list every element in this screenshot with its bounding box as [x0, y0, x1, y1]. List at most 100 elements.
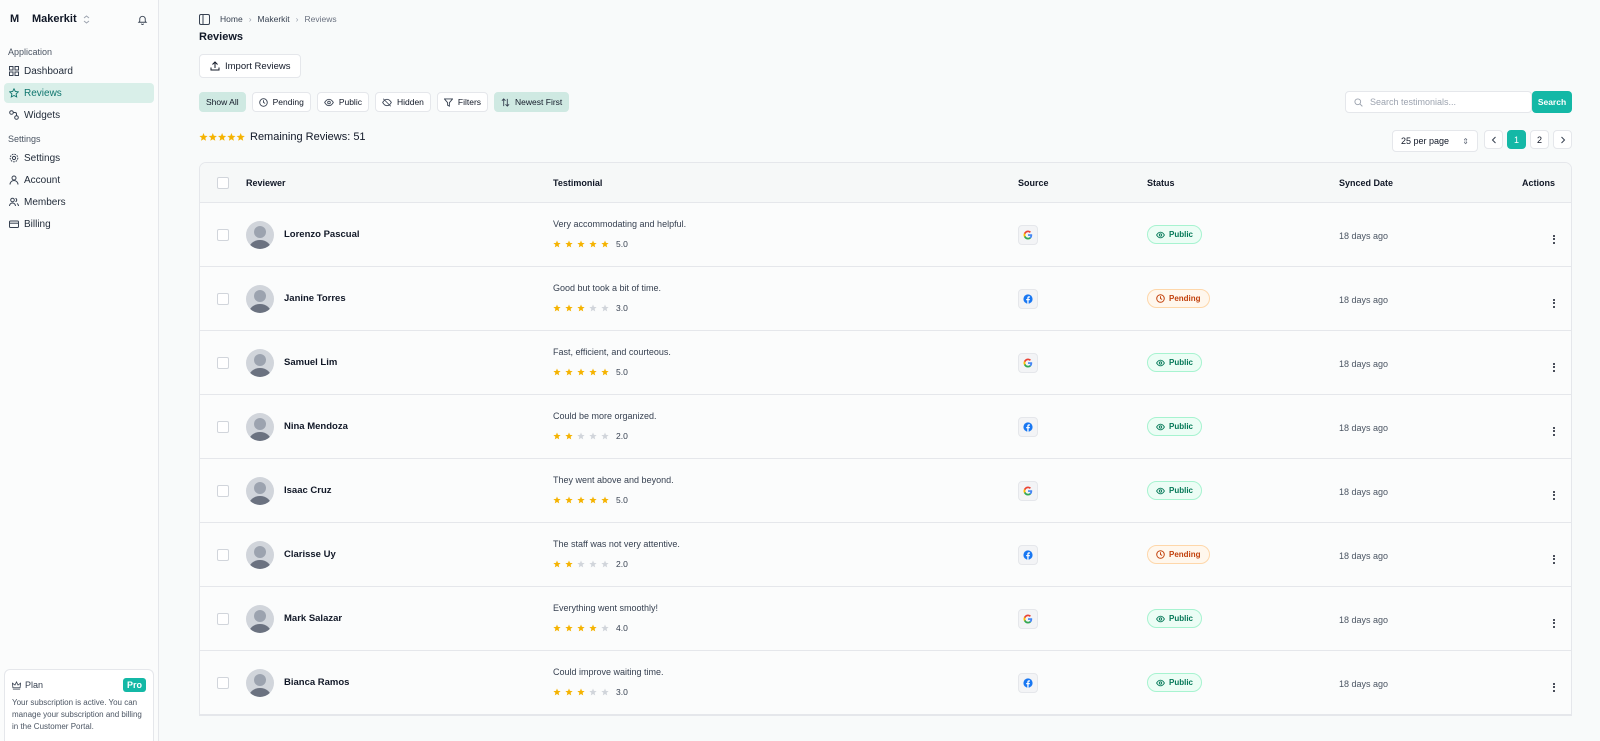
rating-value: 3.0	[616, 686, 628, 697]
more-actions-icon[interactable]	[1553, 554, 1555, 564]
credit-card-icon	[9, 220, 19, 228]
page-2-button[interactable]: 2	[1530, 130, 1549, 149]
main-content: Home › Makerkit › Reviews Reviews Import…	[159, 0, 1600, 741]
prev-page-button[interactable]	[1484, 130, 1503, 149]
table-row[interactable]: Nina Mendoza Could be more organized. 2.…	[200, 395, 1571, 459]
page-1-button[interactable]: 1	[1507, 130, 1526, 149]
more-actions-icon[interactable]	[1553, 362, 1555, 372]
filter-label: Show All	[206, 97, 239, 107]
star-filled-icon	[565, 303, 573, 311]
more-actions-icon[interactable]	[1553, 298, 1555, 308]
row-checkbox[interactable]	[217, 420, 229, 433]
row-checkbox[interactable]	[217, 548, 229, 561]
table-header: Reviewer Testimonial Source Status Synce…	[200, 163, 1571, 203]
next-page-button[interactable]	[1553, 130, 1572, 149]
table-row[interactable]: Bianca Ramos Could improve waiting time.…	[200, 651, 1571, 715]
org-name: Makerkit	[32, 13, 77, 25]
sidebar-item-account[interactable]: Account	[4, 170, 154, 190]
reviewer-name: Samuel Lim	[284, 357, 338, 368]
sidebar-item-dashboard[interactable]: Dashboard	[4, 61, 154, 81]
more-actions-icon[interactable]	[1553, 618, 1555, 628]
search-button[interactable]: Search	[1532, 91, 1572, 113]
per-page-value: 25 per page	[1401, 136, 1450, 146]
breadcrumb-org[interactable]: Makerkit	[258, 14, 290, 24]
org-switcher[interactable]: M Makerkit	[0, 0, 158, 38]
sort-newest-first[interactable]: Newest First	[494, 92, 570, 112]
more-actions-icon[interactable]	[1553, 490, 1555, 500]
sidebar-item-label: Settings	[24, 152, 61, 164]
per-page-select[interactable]: 25 per page ⇕	[1392, 130, 1478, 152]
sidebar-item-settings[interactable]: Settings	[4, 148, 154, 168]
dashboard-icon	[9, 66, 19, 76]
search-input[interactable]: Search testimonials...	[1345, 91, 1532, 113]
status-badge: Public	[1147, 225, 1203, 244]
column-header-status: Status	[1147, 177, 1175, 188]
rating-value: 5.0	[616, 494, 628, 505]
table-row[interactable]: Clarisse Uy The staff was not very atten…	[200, 523, 1571, 587]
table-row[interactable]: Janine Torres Good but took a bit of tim…	[200, 267, 1571, 331]
gear-icon	[9, 153, 19, 163]
column-header-reviewer: Reviewer	[246, 177, 286, 188]
star-rating: 2.0	[553, 429, 1018, 443]
table-row[interactable]: Isaac Cruz They went above and beyond. 5…	[200, 459, 1571, 523]
status-badge: Public	[1147, 353, 1203, 372]
star-empty-icon	[589, 303, 597, 311]
bell-icon[interactable]	[137, 14, 148, 25]
table-row[interactable]: Mark Salazar Everything went smoothly! 4…	[200, 587, 1571, 651]
status-badge: Pending	[1147, 289, 1210, 308]
star-filled-icon	[577, 623, 585, 631]
filter-label: Hidden	[396, 97, 424, 107]
clock-icon	[1156, 550, 1165, 559]
row-checkbox[interactable]	[217, 356, 229, 369]
sidebar-item-widgets[interactable]: Widgets	[4, 105, 154, 125]
filter-hidden[interactable]: Hidden	[374, 92, 431, 112]
star-filled-icon	[601, 495, 609, 503]
testimonial-text: Good but took a bit of time.	[553, 282, 662, 293]
sort-icon	[501, 97, 510, 107]
filters-button[interactable]: Filters	[436, 92, 489, 112]
eye-icon	[323, 98, 334, 106]
table-row[interactable]: Lorenzo Pascual Very accommodating and h…	[200, 203, 1571, 267]
row-checkbox[interactable]	[217, 676, 229, 689]
star-filled-icon	[601, 239, 609, 247]
column-header-testimonial: Testimonial	[553, 177, 603, 188]
sidebar-item-reviews[interactable]: Reviews	[4, 83, 154, 103]
section-label-application: Application	[8, 47, 53, 57]
filter-show-all[interactable]: Show All	[199, 92, 246, 112]
google-icon	[1018, 224, 1038, 245]
plan-card: Plan Pro Your subscription is active. Yo…	[4, 669, 154, 741]
more-actions-icon[interactable]	[1553, 426, 1555, 436]
select-all-checkbox[interactable]	[217, 176, 229, 189]
synced-date: 18 days ago	[1339, 422, 1389, 433]
sidebar-toggle-icon[interactable]	[199, 13, 210, 25]
remaining-reviews: Remaining Reviews: 51	[199, 131, 366, 143]
status-label: Pending	[1169, 550, 1201, 559]
status-label: Public	[1169, 230, 1194, 239]
avatar	[246, 540, 274, 569]
sidebar-item-label: Reviews	[24, 87, 62, 99]
more-actions-icon[interactable]	[1553, 682, 1555, 692]
star-filled-icon	[589, 495, 597, 503]
search-icon	[1354, 97, 1363, 107]
filter-pending[interactable]: Pending	[251, 92, 311, 112]
breadcrumb-home[interactable]: Home	[220, 14, 243, 24]
star-filled-icon	[565, 559, 573, 567]
reviews-table: Reviewer Testimonial Source Status Synce…	[199, 162, 1572, 716]
row-checkbox[interactable]	[217, 292, 229, 305]
status-badge: Public	[1147, 673, 1203, 692]
eye-icon	[1156, 615, 1165, 623]
table-row[interactable]: Samuel Lim Fast, efficient, and courteou…	[200, 331, 1571, 395]
filter-public[interactable]: Public	[316, 92, 369, 112]
row-checkbox[interactable]	[217, 228, 229, 241]
remaining-reviews-text: Remaining Reviews: 51	[250, 131, 366, 143]
row-checkbox[interactable]	[217, 612, 229, 625]
row-checkbox[interactable]	[217, 484, 229, 497]
import-reviews-button[interactable]: Import Reviews	[199, 54, 302, 78]
more-actions-icon[interactable]	[1553, 234, 1555, 244]
star-rating: 4.0	[553, 621, 1018, 635]
eye-icon	[1156, 231, 1165, 239]
reviewer-name: Clarisse Uy	[284, 549, 336, 560]
sidebar-item-billing[interactable]: Billing	[4, 214, 154, 234]
star-empty-icon	[601, 431, 609, 439]
sidebar-item-members[interactable]: Members	[4, 192, 154, 212]
